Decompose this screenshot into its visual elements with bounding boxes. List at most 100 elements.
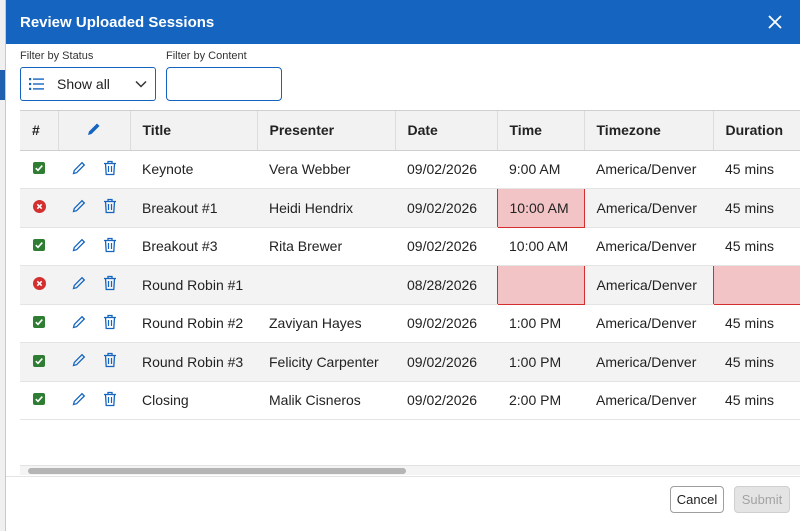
edit-button[interactable]	[71, 314, 87, 333]
trash-icon	[104, 353, 116, 368]
trash-icon	[104, 160, 116, 175]
edit-button[interactable]	[71, 352, 87, 371]
cell-presenter: Zaviyan Hayes	[257, 304, 395, 343]
delete-button[interactable]	[103, 352, 117, 371]
content-filter-input[interactable]	[166, 67, 282, 101]
row-status-cell	[20, 188, 58, 228]
dialog-title: Review Uploaded Sessions	[20, 13, 215, 31]
row-status-cell	[20, 227, 58, 266]
row-actions-cell	[58, 188, 130, 228]
cancel-button[interactable]: Cancel	[670, 486, 724, 513]
sessions-table: # Title Presenter Date Time Timezone Dur…	[20, 111, 800, 420]
status-filter-select[interactable]: Show all	[20, 67, 156, 101]
cell-presenter: Heidi Hendrix	[257, 188, 395, 228]
edit-button[interactable]	[71, 237, 87, 256]
edit-button[interactable]	[71, 160, 87, 179]
dialog-titlebar: Review Uploaded Sessions	[6, 0, 800, 44]
cell-duration: 45 mins	[713, 150, 800, 189]
col-header-title[interactable]: Title	[130, 111, 258, 151]
cell-presenter: Rita Brewer	[257, 227, 395, 266]
table-row[interactable]: Round Robin #1 08/28/2026 America/Denver	[20, 265, 800, 305]
cell-timezone: America/Denver	[584, 381, 713, 420]
cell-presenter: Vera Webber	[257, 150, 395, 189]
delete-button[interactable]	[103, 160, 117, 179]
delete-button[interactable]	[103, 314, 117, 333]
cell-time: 1:00 PM	[497, 342, 584, 382]
check-icon	[33, 393, 45, 406]
table-row[interactable]: Keynote Vera Webber 09/02/2026 9:00 AM Ameri…	[20, 150, 800, 189]
cell-duration	[712, 265, 800, 305]
table-row[interactable]: Breakout #1 Heidi Hendrix 09/02/2026 10:00 …	[20, 188, 800, 228]
pencil-icon	[88, 123, 100, 135]
cell-timezone: America/Denver	[584, 265, 713, 305]
horizontal-scrollbar[interactable]	[20, 465, 800, 475]
x-circle-icon	[32, 276, 46, 290]
row-actions-cell	[58, 304, 130, 343]
cell-timezone: America/Denver	[584, 188, 713, 228]
table-row[interactable]: Breakout #3 Rita Brewer 09/02/2026 10:00 AM…	[20, 227, 800, 266]
table-row[interactable]: Round Robin #2 Zaviyan Hayes 09/02/2026 1:0…	[20, 304, 800, 343]
edit-button[interactable]	[71, 391, 87, 410]
close-button[interactable]	[764, 11, 786, 33]
col-header-timezone[interactable]: Timezone	[584, 111, 714, 151]
review-dialog: Review Uploaded Sessions Filter by Statu…	[5, 0, 800, 531]
row-actions-cell	[58, 342, 130, 382]
pencil-icon	[72, 277, 86, 290]
cell-timezone: America/Denver	[584, 304, 713, 343]
row-actions-cell	[58, 265, 130, 305]
pencil-icon	[72, 161, 86, 175]
cell-time: 10:00 AM	[496, 188, 585, 228]
delete-button[interactable]	[103, 275, 117, 294]
edit-button[interactable]	[71, 275, 87, 294]
cell-duration: 45 mins	[713, 381, 800, 420]
cell-date: 08/28/2026	[395, 265, 497, 305]
trash-icon	[104, 314, 116, 329]
trash-icon	[104, 276, 116, 291]
cell-presenter: Malik Cisneros	[257, 381, 395, 420]
status-filter-label: Filter by Status	[20, 50, 94, 62]
cell-time: 10:00 AM	[497, 227, 584, 266]
check-icon	[33, 316, 45, 329]
delete-button[interactable]	[103, 198, 117, 217]
row-actions-cell	[58, 227, 130, 266]
filter-bar: Filter by Status Show all Filter by Cont…	[20, 50, 282, 101]
table-row[interactable]: Round Robin #3 Felicity Carpenter 09/02/20…	[20, 342, 800, 382]
cell-duration: 45 mins	[713, 342, 800, 382]
scrollbar-thumb[interactable]	[28, 468, 406, 474]
cell-title: Keynote	[130, 150, 257, 189]
cell-time: 9:00 AM	[497, 150, 584, 189]
submit-button[interactable]: Submit	[734, 486, 790, 513]
cell-time: 2:00 PM	[497, 381, 584, 420]
col-header-duration[interactable]: Duration	[713, 111, 800, 151]
list-icon	[29, 78, 44, 90]
content-filter-label: Filter by Content	[166, 50, 247, 62]
table-body: Keynote Vera Webber 09/02/2026 9:00 AM Ameri…	[20, 150, 800, 420]
edit-button[interactable]	[71, 198, 87, 217]
sessions-table-container[interactable]: # Title Presenter Date Time Timezone Dur…	[20, 110, 800, 475]
cell-presenter: Felicity Carpenter	[257, 342, 395, 382]
table-row[interactable]: Closing Malik Cisneros 09/02/2026 2:00 PM Am…	[20, 381, 800, 420]
cell-title: Closing	[130, 381, 257, 420]
cell-duration: 45 mins	[713, 304, 800, 343]
chevron-down-icon	[135, 80, 147, 88]
cell-timezone: America/Denver	[584, 342, 713, 382]
row-status-cell	[20, 265, 58, 305]
cell-date: 09/02/2026	[395, 342, 497, 382]
cell-title: Breakout #3	[130, 227, 257, 266]
status-filter-value: Show all	[57, 76, 110, 92]
col-header-time[interactable]: Time	[497, 111, 585, 151]
col-header-presenter[interactable]: Presenter	[257, 111, 396, 151]
row-actions-cell	[58, 381, 130, 420]
pencil-icon	[72, 238, 86, 252]
delete-button[interactable]	[103, 237, 117, 256]
col-header-date[interactable]: Date	[395, 111, 498, 151]
delete-button[interactable]	[103, 391, 117, 410]
content-filter-group: Filter by Content	[166, 50, 282, 101]
dialog-footer: Cancel Submit	[6, 476, 800, 531]
row-actions-cell	[58, 150, 130, 189]
close-icon	[768, 15, 782, 29]
cell-date: 09/02/2026	[395, 150, 497, 189]
cell-date: 09/02/2026	[395, 188, 497, 228]
row-status-cell	[20, 381, 58, 420]
pencil-icon	[72, 392, 86, 406]
